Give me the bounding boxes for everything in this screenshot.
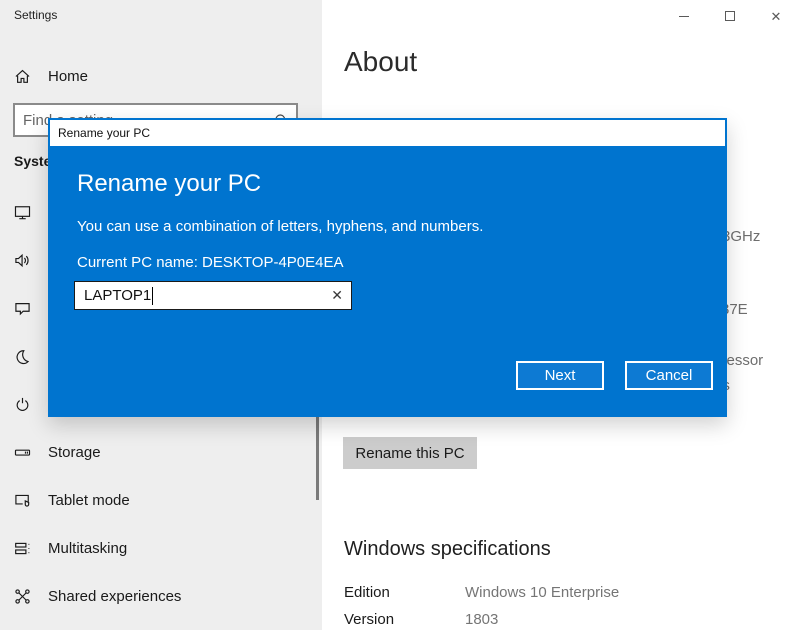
shared-experiences-icon	[14, 588, 31, 605]
spec-row-version: Version 1803	[344, 611, 764, 630]
dialog-description: You can use a combination of letters, hy…	[77, 218, 483, 235]
home-icon	[14, 68, 31, 85]
display-icon	[14, 204, 31, 221]
settings-window: Settings Home System	[0, 0, 799, 630]
pc-name-input-value: LAPTOP1	[84, 287, 151, 304]
focus-assist-icon	[14, 348, 31, 365]
sound-icon	[14, 252, 31, 269]
maximize-button[interactable]	[707, 0, 753, 32]
spec-row-edition: Edition Windows 10 Enterprise	[344, 584, 764, 604]
sidebar-item-shared-experiences[interactable]: Shared experiences	[0, 578, 322, 614]
minimize-button[interactable]	[661, 0, 707, 32]
storage-icon	[14, 444, 31, 461]
window-title: Settings	[14, 8, 57, 22]
next-button[interactable]: Next	[516, 361, 604, 390]
clear-input-icon[interactable]: ✕	[331, 287, 343, 304]
sidebar-item-tablet-mode[interactable]: Tablet mode	[0, 482, 322, 518]
windows-specifications-heading: Windows specifications	[344, 538, 551, 561]
sidebar-item-home[interactable]: Home	[0, 58, 322, 94]
window-controls: ✕	[661, 0, 799, 32]
cancel-button[interactable]: Cancel	[625, 361, 713, 390]
spec-value: Windows 10 Enterprise	[465, 584, 619, 604]
page-title: About	[344, 46, 417, 78]
multitasking-icon	[14, 540, 31, 557]
spec-label: Edition	[344, 584, 465, 604]
device-spec-fragment: 3GHz	[722, 228, 760, 245]
sidebar-item-tablet-mode-label: Tablet mode	[48, 492, 130, 509]
sidebar-item-multitasking[interactable]: Multitasking	[0, 530, 322, 566]
rename-this-pc-button[interactable]: Rename this PC	[343, 437, 477, 469]
notifications-icon	[14, 300, 31, 317]
spec-value: 1803	[465, 611, 498, 630]
minimize-icon	[679, 16, 689, 17]
dialog-heading: Rename your PC	[77, 170, 261, 198]
tablet-mode-icon	[14, 492, 31, 509]
text-caret	[152, 287, 153, 305]
close-button[interactable]: ✕	[753, 0, 799, 32]
sidebar-item-shared-experiences-label: Shared experiences	[48, 588, 181, 605]
dialog-titlebar[interactable]: Rename your PC	[50, 120, 725, 146]
sidebar-item-storage-label: Storage	[48, 444, 101, 461]
sidebar-item-multitasking-label: Multitasking	[48, 540, 127, 557]
rename-pc-dialog: Rename your PC Rename your PC You can us…	[48, 118, 727, 417]
current-pc-name-label: Current PC name: DESKTOP-4P0E4EA	[77, 254, 344, 271]
power-icon	[14, 396, 31, 413]
close-icon: ✕	[771, 10, 782, 23]
dialog-title: Rename your PC	[58, 126, 150, 140]
sidebar-item-home-label: Home	[48, 68, 88, 85]
pc-name-input[interactable]: LAPTOP1 ✕	[74, 281, 352, 310]
spec-label: Version	[344, 611, 465, 630]
sidebar-item-storage[interactable]: Storage	[0, 434, 322, 470]
maximize-icon	[725, 11, 735, 21]
